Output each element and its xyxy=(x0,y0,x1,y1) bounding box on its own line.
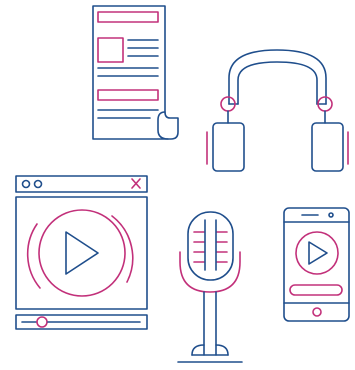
newspaper-icon xyxy=(92,5,179,140)
microphone-icon xyxy=(177,211,243,363)
media-player-window-icon xyxy=(15,175,148,330)
illustration-svg xyxy=(15,5,350,363)
media-icons-illustration xyxy=(0,0,355,370)
smartphone-player-icon xyxy=(283,207,350,322)
headphones-icon xyxy=(206,49,349,172)
